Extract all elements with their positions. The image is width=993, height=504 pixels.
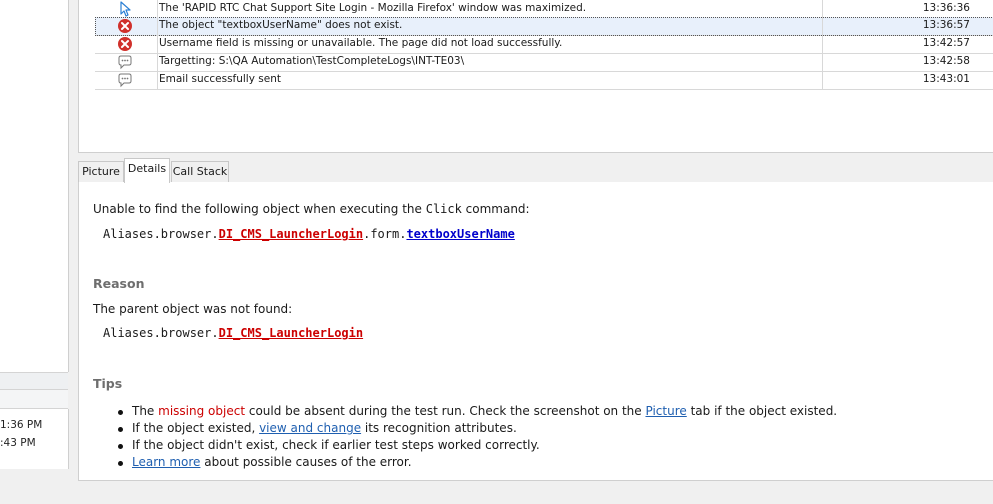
left-run-list[interactable]: 1:36 PM :43 PM [0,409,69,469]
error-icon [118,37,132,51]
error-icon [118,19,132,33]
intro-suffix: command: [461,202,530,216]
table-row[interactable]: Username field is missing or unavailable… [95,35,993,54]
intro-text: Unable to find the following object when… [93,202,426,216]
log-message: Targetting: S:\QA Automation\TestComplet… [159,55,465,67]
tip-1: The missing object could be absent durin… [132,404,837,418]
bullet-icon [118,410,123,415]
log-table[interactable]: The 'RAPID RTC Chat Support Site Login -… [78,0,993,153]
object-path: Aliases.browser.DI_CMS_LauncherLogin.for… [103,227,515,241]
log-time: 13:42:57 [922,37,970,49]
intro-command: Click [425,202,462,216]
log-time: 13:42:58 [922,55,970,67]
tip-highlight: missing object [158,404,246,418]
log-message: The 'RAPID RTC Chat Support Site Login -… [159,2,587,14]
table-row[interactable]: Targetting: S:\QA Automation\TestComplet… [95,53,993,72]
tips-heading: Tips [93,376,123,391]
view-and-change-link[interactable]: view and change [259,421,361,435]
tab-call-stack[interactable]: Call Stack [171,161,229,182]
tab-details[interactable]: Details [124,158,170,183]
log-message: The object "textboxUserName" does not ex… [159,19,403,31]
table-row-selected[interactable]: The object "textboxUserName" does not ex… [95,17,993,36]
comment-icon [118,55,132,70]
tip-text: The [132,404,159,418]
tip-3: If the object didn't exist, check if ear… [132,438,540,452]
error-intro: Unable to find the following object when… [93,202,530,216]
log-message: Email successfully sent [159,73,281,85]
object-link[interactable]: textboxUserName [406,227,514,241]
path-prefix: Aliases.browser. [103,227,219,241]
picture-link[interactable]: Picture [645,404,686,418]
left-tree-area[interactable] [0,0,69,372]
left-panel-header [0,372,68,390]
details-panel: Unable to find the following object when… [78,182,993,481]
tip-4: Learn more about possible causes of the … [132,455,412,469]
table-row[interactable]: Email successfully sent 13:43:01 [95,71,993,90]
reason-path: Aliases.browser.DI_CMS_LauncherLogin [103,326,363,340]
reason-heading: Reason [93,276,145,291]
reason-text: The parent object was not found: [93,302,293,316]
run-time[interactable]: :43 PM [0,437,36,449]
left-panel: 1:36 PM :43 PM [0,0,70,504]
learn-more-link[interactable]: Learn more [132,455,200,469]
tip-text: about possible causes of the error. [200,455,412,469]
tip-text: could be absent during the test run. Che… [245,404,646,418]
left-panel-column-header [0,390,68,409]
log-time: 13:36:57 [922,19,970,31]
run-time[interactable]: 1:36 PM [0,419,42,431]
bullet-icon [118,427,123,432]
bullet-icon [118,444,123,449]
cursor-icon [120,1,131,17]
tip-text: tab if the object existed. [686,404,838,418]
path-mid: .form. [363,227,407,241]
log-time: 13:36:36 [922,2,970,14]
bullet-icon [118,461,123,466]
reason-path-prefix: Aliases.browser. [103,326,219,340]
log-message: Username field is missing or unavailable… [159,37,563,49]
tip-text: If the object existed, [132,421,260,435]
tip-text: its recognition attributes. [361,421,517,435]
reason-missing-object-link[interactable]: DI_CMS_LauncherLogin [219,326,364,340]
comment-icon [118,73,132,88]
tip-2: If the object existed, view and change i… [132,421,517,435]
log-time: 13:43:01 [922,73,970,85]
detail-tabs: Picture Details Call Stack [78,158,993,183]
missing-object-link[interactable]: DI_CMS_LauncherLogin [219,227,364,241]
tab-picture[interactable]: Picture [78,161,124,182]
